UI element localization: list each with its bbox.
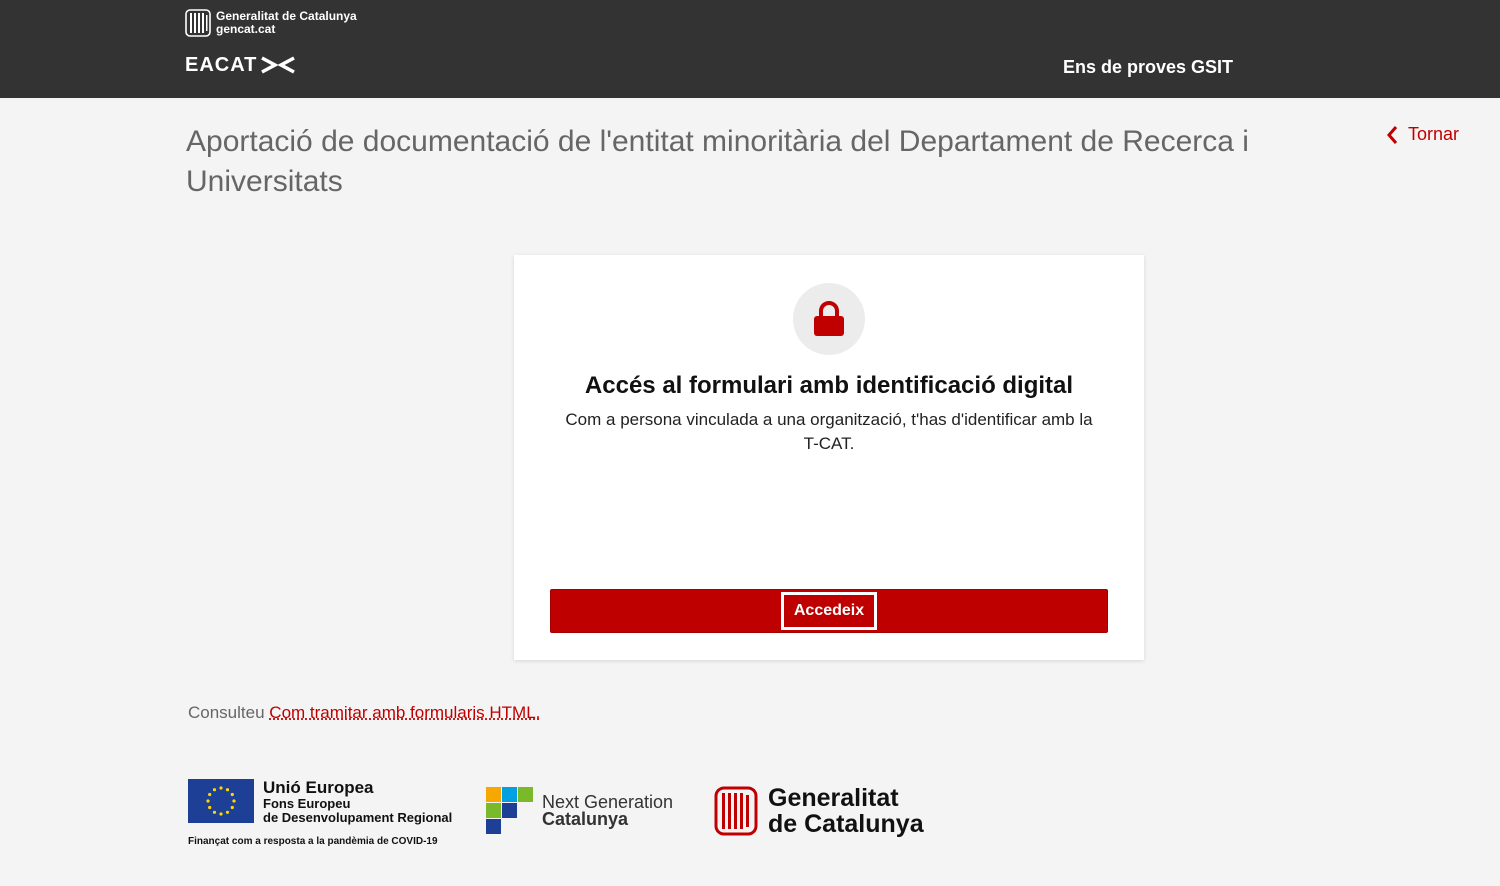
- eacat-logo[interactable]: EACAT: [185, 54, 296, 76]
- consult-text: Consulteu Com tramitar amb formularis HT…: [188, 703, 540, 723]
- card-description: Com a persona vinculada a una organitzac…: [565, 410, 1093, 453]
- generalitat-footer-text: Generalitat de Catalunya: [768, 785, 924, 837]
- consult-prefix: Consulteu: [188, 703, 265, 722]
- chevron-left-icon: [1387, 125, 1398, 144]
- eu-line3: de Desenvolupament Regional: [263, 810, 453, 825]
- eu-line2: Fons Europeu: [263, 796, 351, 811]
- lock-icon: [814, 301, 844, 336]
- back-link[interactable]: Tornar: [1386, 124, 1459, 145]
- access-button[interactable]: Accedeix: [550, 589, 1108, 633]
- generalitat-header-logo[interactable]: Generalitat de Catalunya gencat.cat: [185, 9, 357, 37]
- next-generation-squares-icon: [486, 787, 533, 834]
- eu-funding-note: Finançat com a resposta a la pandèmia de…: [188, 836, 438, 847]
- gc-line1: Generalitat: [768, 784, 899, 812]
- ng-line2: Catalunya: [542, 809, 629, 829]
- access-button-label: Accedeix: [780, 592, 878, 630]
- page-title: Aportació de documentació de l'entitat m…: [186, 125, 1249, 198]
- gc-line2: de Catalunya: [768, 810, 924, 838]
- access-card: Accés al formulari amb identificació dig…: [514, 255, 1144, 660]
- generalitat-header-text: Generalitat de Catalunya gencat.cat: [216, 10, 357, 36]
- help-link[interactable]: Com tramitar amb formularis HTML.: [269, 703, 540, 722]
- eu-title: Unió Europea: [263, 778, 374, 797]
- eu-text: Unió Europea Fons Europeu de Desenvolupa…: [263, 779, 452, 825]
- eu-logo: Unió Europea Fons Europeu de Desenvolupa…: [188, 779, 452, 825]
- lock-badge: [793, 283, 865, 355]
- back-link-label: Tornar: [1408, 124, 1460, 144]
- top-header: Generalitat de Catalunya gencat.cat EACA…: [0, 0, 1500, 98]
- generalitat-footer-logo: Generalitat de Catalunya: [714, 785, 924, 837]
- card-title: Accés al formulari amb identificació dig…: [584, 372, 1074, 399]
- eacat-chevrons-icon: [261, 56, 296, 74]
- eu-flag-icon: [188, 779, 254, 823]
- entity-name: Ens de proves GSIT: [1063, 57, 1234, 77]
- next-generation-text: Next Generation Catalunya: [542, 793, 673, 829]
- org-site: gencat.cat: [216, 22, 276, 36]
- generalitat-emblem-icon: [185, 9, 211, 37]
- app-name: EACAT: [185, 54, 258, 76]
- generalitat-emblem-icon: [714, 786, 758, 836]
- next-generation-logo: Next Generation Catalunya: [486, 787, 673, 835]
